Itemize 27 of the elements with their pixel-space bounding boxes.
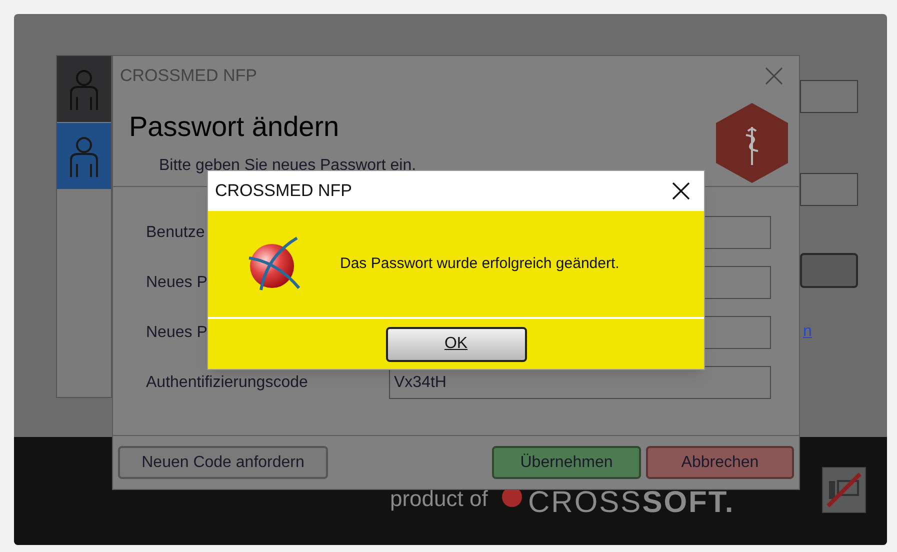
user-icon: [69, 67, 99, 111]
button[interactable]: [800, 253, 858, 288]
close-icon[interactable]: [672, 182, 690, 200]
user-icon: [69, 134, 99, 178]
field-label: Neues P: [146, 322, 208, 342]
field-label: Neues P: [146, 272, 208, 292]
globe-icon: [247, 236, 301, 292]
caduceus-icon: [716, 103, 788, 183]
message-text: Das Passwort wurde erfolgreich geändert.: [340, 254, 620, 274]
brand-text: CROSSSOFT.: [528, 485, 735, 521]
input-field[interactable]: [800, 80, 858, 113]
field-label: Authentifizierungscode: [146, 372, 309, 392]
footer-text: product of: [390, 485, 488, 513]
sidebar-item[interactable]: [57, 123, 111, 189]
ok-button[interactable]: OK: [386, 326, 526, 362]
heading: Passwort ändern: [129, 110, 340, 144]
sidebar-item[interactable]: [57, 56, 111, 122]
input-field[interactable]: Vx34tH: [389, 366, 771, 399]
field-label: Benutze: [146, 222, 206, 242]
dialog-button[interactable]: Neuen Code anfordern: [118, 446, 328, 479]
input-field[interactable]: [800, 173, 858, 206]
dialog-button[interactable]: Abbrechen: [646, 446, 794, 479]
offline-icon[interactable]: [822, 467, 866, 513]
dialog-button[interactable]: Übernehmen: [492, 446, 641, 479]
subtitle: Bitte geben Sie neues Passwort ein.: [159, 156, 416, 176]
window-title: CROSSMED NFP: [215, 180, 352, 202]
window-title: CROSSMED NFP: [120, 65, 257, 88]
